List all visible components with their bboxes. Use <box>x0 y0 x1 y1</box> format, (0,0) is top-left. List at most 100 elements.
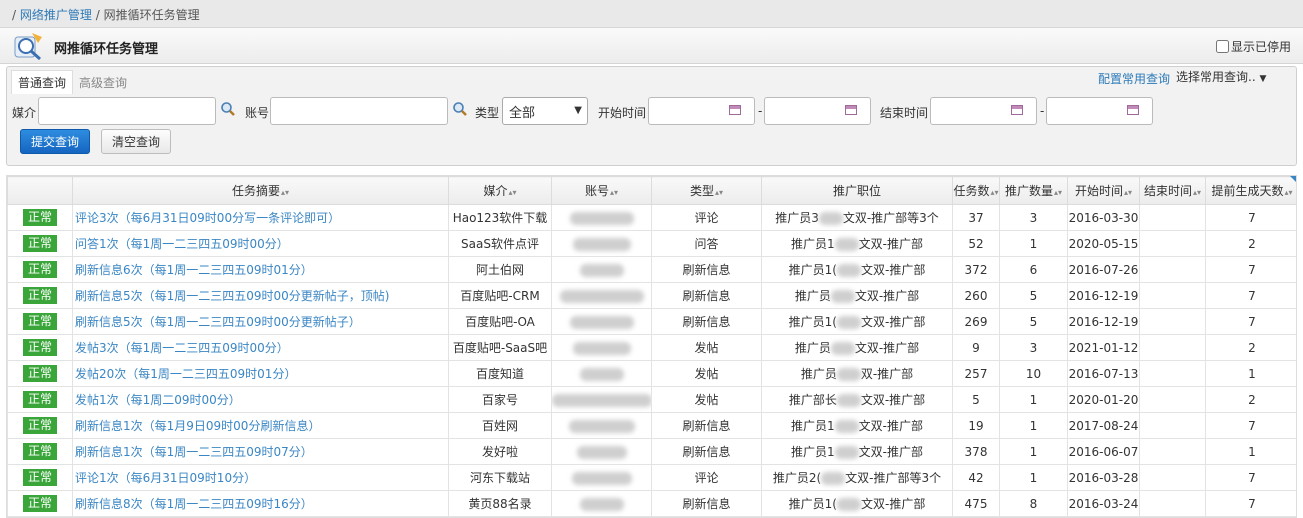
start-time-cell: 2016-12-19 <box>1067 308 1140 335</box>
search-icon[interactable] <box>452 101 468 117</box>
breadcrumb-link-parent[interactable]: 网络推广管理 <box>20 8 92 22</box>
calendar-icon[interactable] <box>1011 105 1023 115</box>
account-cell <box>551 334 652 361</box>
table-row[interactable]: 正常 刷新信息6次（每1周一二三四五09时01分） 阿土伯网 刷新信息 推广员1(文双-… <box>7 256 1296 283</box>
table-row[interactable]: 正常 发帖20次（每1周一二三四五09时01分） 百度知道 发帖 推广员 双-推广部 257… <box>7 360 1296 387</box>
table-row[interactable]: 正常 评论1次（每6月31日09时10分） 河东下载站 评论 推广员2(文双-推广部等3… <box>7 464 1296 491</box>
task-summary-link[interactable]: 刷新信息5次（每1周一二三四五09时00分更新帖子） <box>72 308 449 335</box>
column-header-label: 类型 <box>689 184 714 198</box>
sort-icon[interactable]: ▴▾ <box>281 188 289 197</box>
sort-icon[interactable]: ▴▾ <box>990 188 998 197</box>
column-header-advance-days[interactable]: 提前生成天数▴▾ <box>1205 176 1296 205</box>
task-count-cell: 260 <box>952 282 1000 309</box>
calendar-icon[interactable] <box>845 105 857 115</box>
table-row[interactable]: 正常 问答1次（每1周一二三四五09时00分） SaaS软件点评 问答 推广员1 文双-推… <box>7 230 1296 257</box>
task-grid: 任务摘要▴▾ 媒介▴▾ 账号▴▾ 类型▴▾ 推广职位 任务数▴▾ 推广数量▴▾ 开始时间▴▾ 结… <box>6 175 1297 518</box>
table-row[interactable]: 正常 刷新信息1次（每1周一二三四五09时07分） 发好啦 刷新信息 推广员1 文双-推广… <box>7 438 1296 465</box>
column-header-type[interactable]: 类型▴▾ <box>651 176 762 205</box>
table-row[interactable]: 正常 发帖1次（每1周二09时00分） 百家号 发帖 推广部长 文双-推广部 5 1 2020-… <box>7 386 1296 413</box>
clear-query-button[interactable]: 清空查询 <box>101 129 171 154</box>
advance-days-cell: 7 <box>1205 490 1296 517</box>
sort-icon[interactable]: ▴▾ <box>1054 188 1062 197</box>
media-input[interactable] <box>38 97 216 125</box>
column-header-media[interactable]: 媒介▴▾ <box>448 176 552 205</box>
media-label: 媒介 <box>12 106 37 120</box>
common-query-select[interactable]: 选择常用查询.. ▼ <box>1176 68 1292 85</box>
end-time-to-input[interactable] <box>1046 97 1153 125</box>
column-header-task-count[interactable]: 任务数▴▾ <box>952 176 1000 205</box>
type-select[interactable]: 全部 ▼ <box>502 97 588 125</box>
advance-days-cell: 7 <box>1205 412 1296 439</box>
position-cell: 推广员1 文双-推广部 <box>761 412 953 439</box>
task-summary-link[interactable]: 评论1次（每6月31日09时10分） <box>72 464 449 491</box>
table-row[interactable]: 正常 刷新信息1次（每1月9日09时00分刷新信息） 百姓网 刷新信息 推广员1 文双-推… <box>7 412 1296 439</box>
status-badge: 正常 <box>22 365 57 382</box>
column-header-label: 推广职位 <box>832 184 881 198</box>
redacted-account <box>568 419 635 433</box>
task-summary-link[interactable]: 发帖20次（每1周一二三四五09时01分） <box>72 360 449 387</box>
column-header-status <box>7 176 73 205</box>
sort-icon[interactable]: ▴▾ <box>715 188 723 197</box>
table-row[interactable]: 正常 刷新信息8次（每1周一二三四五09时16分） 黄页88名录 刷新信息 推广员1(文… <box>7 490 1296 517</box>
config-common-query-link[interactable]: 配置常用查询 <box>1098 70 1170 87</box>
column-header-start-time[interactable]: 开始时间▴▾ <box>1067 176 1140 205</box>
task-summary-link[interactable]: 刷新信息1次（每1月9日09时00分刷新信息） <box>72 412 449 439</box>
media-cell: 百度贴吧-CRM <box>448 282 552 309</box>
column-header-end-time[interactable]: 结束时间▴▾ <box>1139 176 1206 205</box>
sort-icon[interactable]: ▴▾ <box>508 188 516 197</box>
type-cell: 问答 <box>651 230 762 257</box>
tab-advanced-query[interactable]: 高级查询 <box>73 71 133 94</box>
account-input[interactable] <box>270 97 448 125</box>
table-row[interactable]: 正常 发帖3次（每1周一二三四五09时00分） 百度贴吧-SaaS吧 发帖 推广员 文双-… <box>7 334 1296 361</box>
redacted-name <box>830 342 855 355</box>
end-time-from-input[interactable] <box>930 97 1037 125</box>
calendar-icon[interactable] <box>729 105 741 115</box>
table-row[interactable]: 正常 刷新信息5次（每1周一二三四五09时00分更新帖子） 百度贴吧-OA 刷新信息推… <box>7 308 1296 335</box>
show-stopped-checkbox[interactable] <box>1215 40 1229 53</box>
redacted-name <box>830 290 855 303</box>
position-cell: 推广员1(文双-推广部 <box>761 256 953 283</box>
table-row[interactable]: 正常 刷新信息5次（每1周一二三四五09时00分更新帖子，顶帖) 百度贴吧-CRM 刷… <box>7 282 1296 309</box>
task-summary-link[interactable]: 刷新信息5次（每1周一二三四五09时00分更新帖子，顶帖) <box>72 282 449 309</box>
column-header-promo-qty[interactable]: 推广数量▴▾ <box>999 176 1068 205</box>
redacted-name <box>834 446 859 459</box>
task-summary-link[interactable]: 问答1次（每1周一二三四五09时00分） <box>72 230 449 257</box>
start-time-to-input[interactable] <box>764 97 871 125</box>
redacted-name <box>821 472 846 485</box>
task-summary-link[interactable]: 刷新信息8次（每1周一二三四五09时16分） <box>72 490 449 517</box>
column-header-task-summary[interactable]: 任务摘要▴▾ <box>72 176 449 205</box>
position-suffix: 文双-推广部等3个 <box>845 471 942 485</box>
end-time-cell <box>1139 490 1206 517</box>
tab-normal-query[interactable]: 普通查询 <box>11 70 74 94</box>
submit-query-button[interactable]: 提交查询 <box>20 129 90 154</box>
redacted-account <box>579 367 624 381</box>
column-header-account[interactable]: 账号▴▾ <box>551 176 652 205</box>
promo-qty-cell: 5 <box>999 282 1068 309</box>
start-time-cell: 2020-01-20 <box>1067 386 1140 413</box>
table-row[interactable]: 正常 评论3次（每6月31日09时00分写一条评论即可） Hao123软件下载 评论推… <box>7 204 1296 231</box>
status-badge: 正常 <box>22 209 57 226</box>
task-summary-link[interactable]: 刷新信息1次（每1周一二三四五09时07分） <box>72 438 449 465</box>
column-header-label: 任务数 <box>953 184 990 198</box>
breadcrumb-separator: / <box>12 8 17 22</box>
sort-icon[interactable]: ▴▾ <box>610 188 618 197</box>
sort-icon[interactable]: ▴▾ <box>1124 188 1132 197</box>
start-time-cell: 2016-03-30 <box>1067 204 1140 231</box>
task-summary-link[interactable]: 评论3次（每6月31日09时00分写一条评论即可） <box>72 204 449 231</box>
redacted-name <box>834 238 859 251</box>
media-cell: 阿土伯网 <box>448 256 552 283</box>
task-summary-link[interactable]: 发帖3次（每1周一二三四五09时00分） <box>72 334 449 361</box>
calendar-icon[interactable] <box>1127 105 1139 115</box>
sort-icon[interactable]: ▴▾ <box>1193 188 1201 197</box>
column-header-position[interactable]: 推广职位 <box>761 176 953 205</box>
sort-icon[interactable]: ▴▾ <box>1284 188 1292 197</box>
task-summary-link[interactable]: 刷新信息6次（每1周一二三四五09时01分） <box>72 256 449 283</box>
status-cell: 正常 <box>7 204 73 231</box>
type-cell: 发帖 <box>651 386 762 413</box>
search-icon[interactable] <box>220 101 236 117</box>
show-stopped-toggle[interactable]: 显示已停用 <box>1215 38 1291 55</box>
task-summary-link[interactable]: 发帖1次（每1周二09时00分） <box>72 386 449 413</box>
start-time-from-input[interactable] <box>648 97 755 125</box>
position-cell: 推广员2(文双-推广部等3个 <box>761 464 953 491</box>
status-cell: 正常 <box>7 308 73 335</box>
